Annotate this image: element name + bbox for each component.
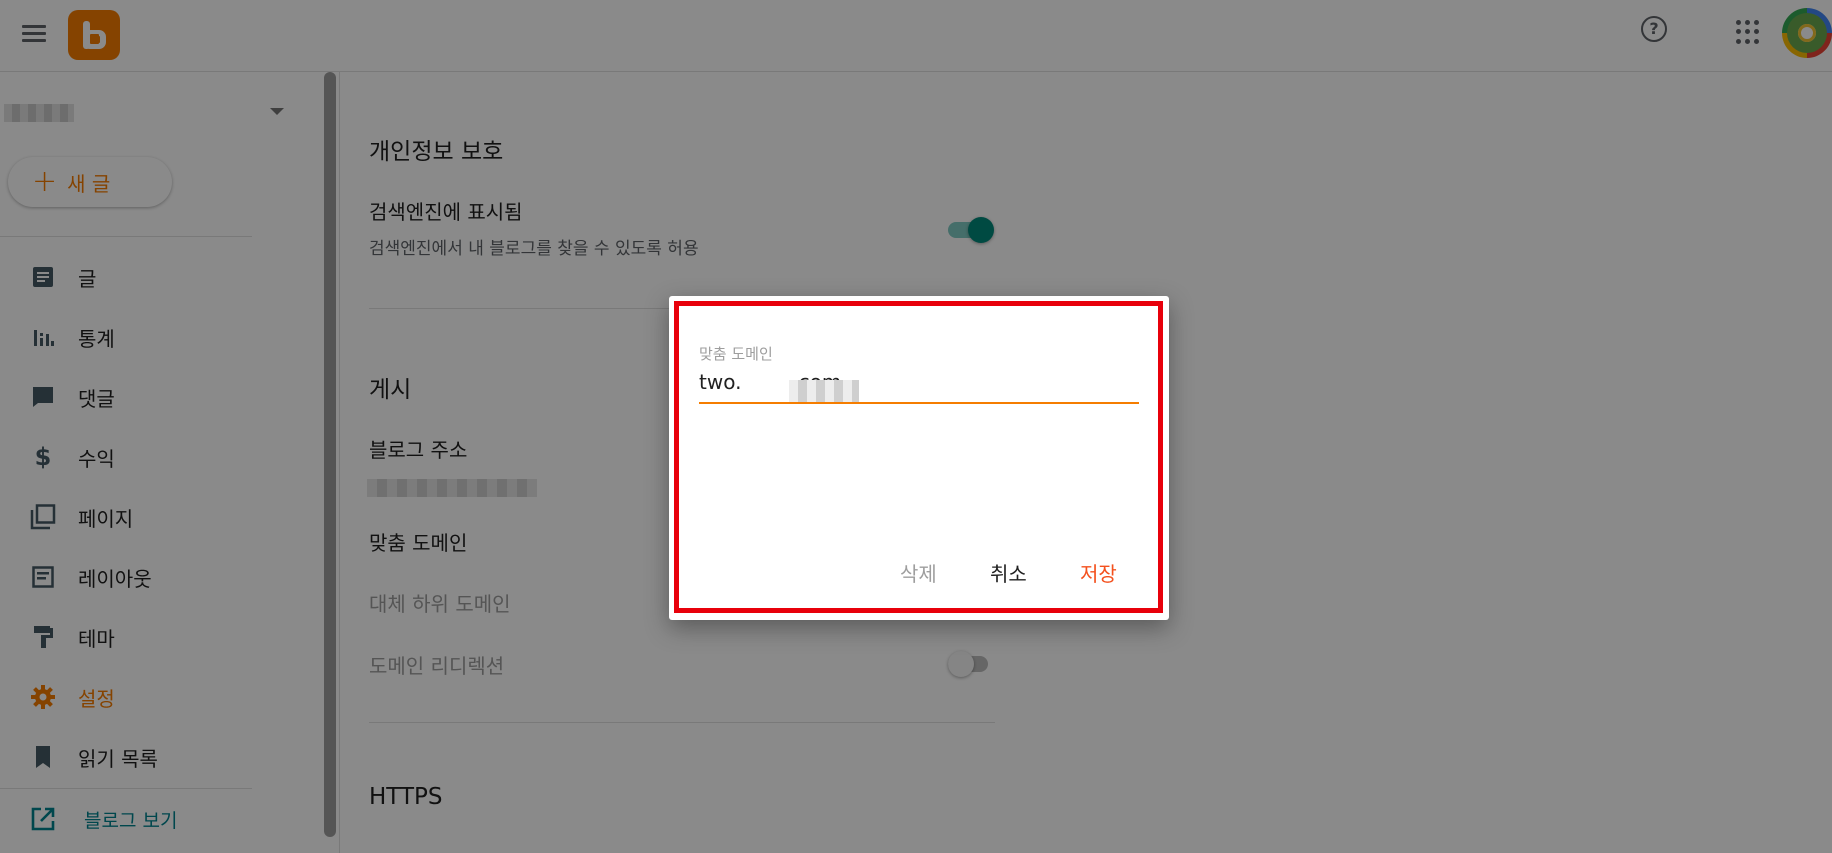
- redacted-domain-mask: [789, 380, 859, 402]
- cancel-button[interactable]: 취소: [990, 558, 1027, 587]
- custom-domain-input[interactable]: [699, 362, 1139, 404]
- custom-domain-field-label: 맞춤 도메인: [699, 345, 773, 363]
- custom-domain-dialog: 맞춤 도메인 삭제 취소 저장: [669, 296, 1169, 620]
- save-button[interactable]: 저장: [1080, 558, 1117, 587]
- delete-button[interactable]: 삭제: [900, 558, 937, 587]
